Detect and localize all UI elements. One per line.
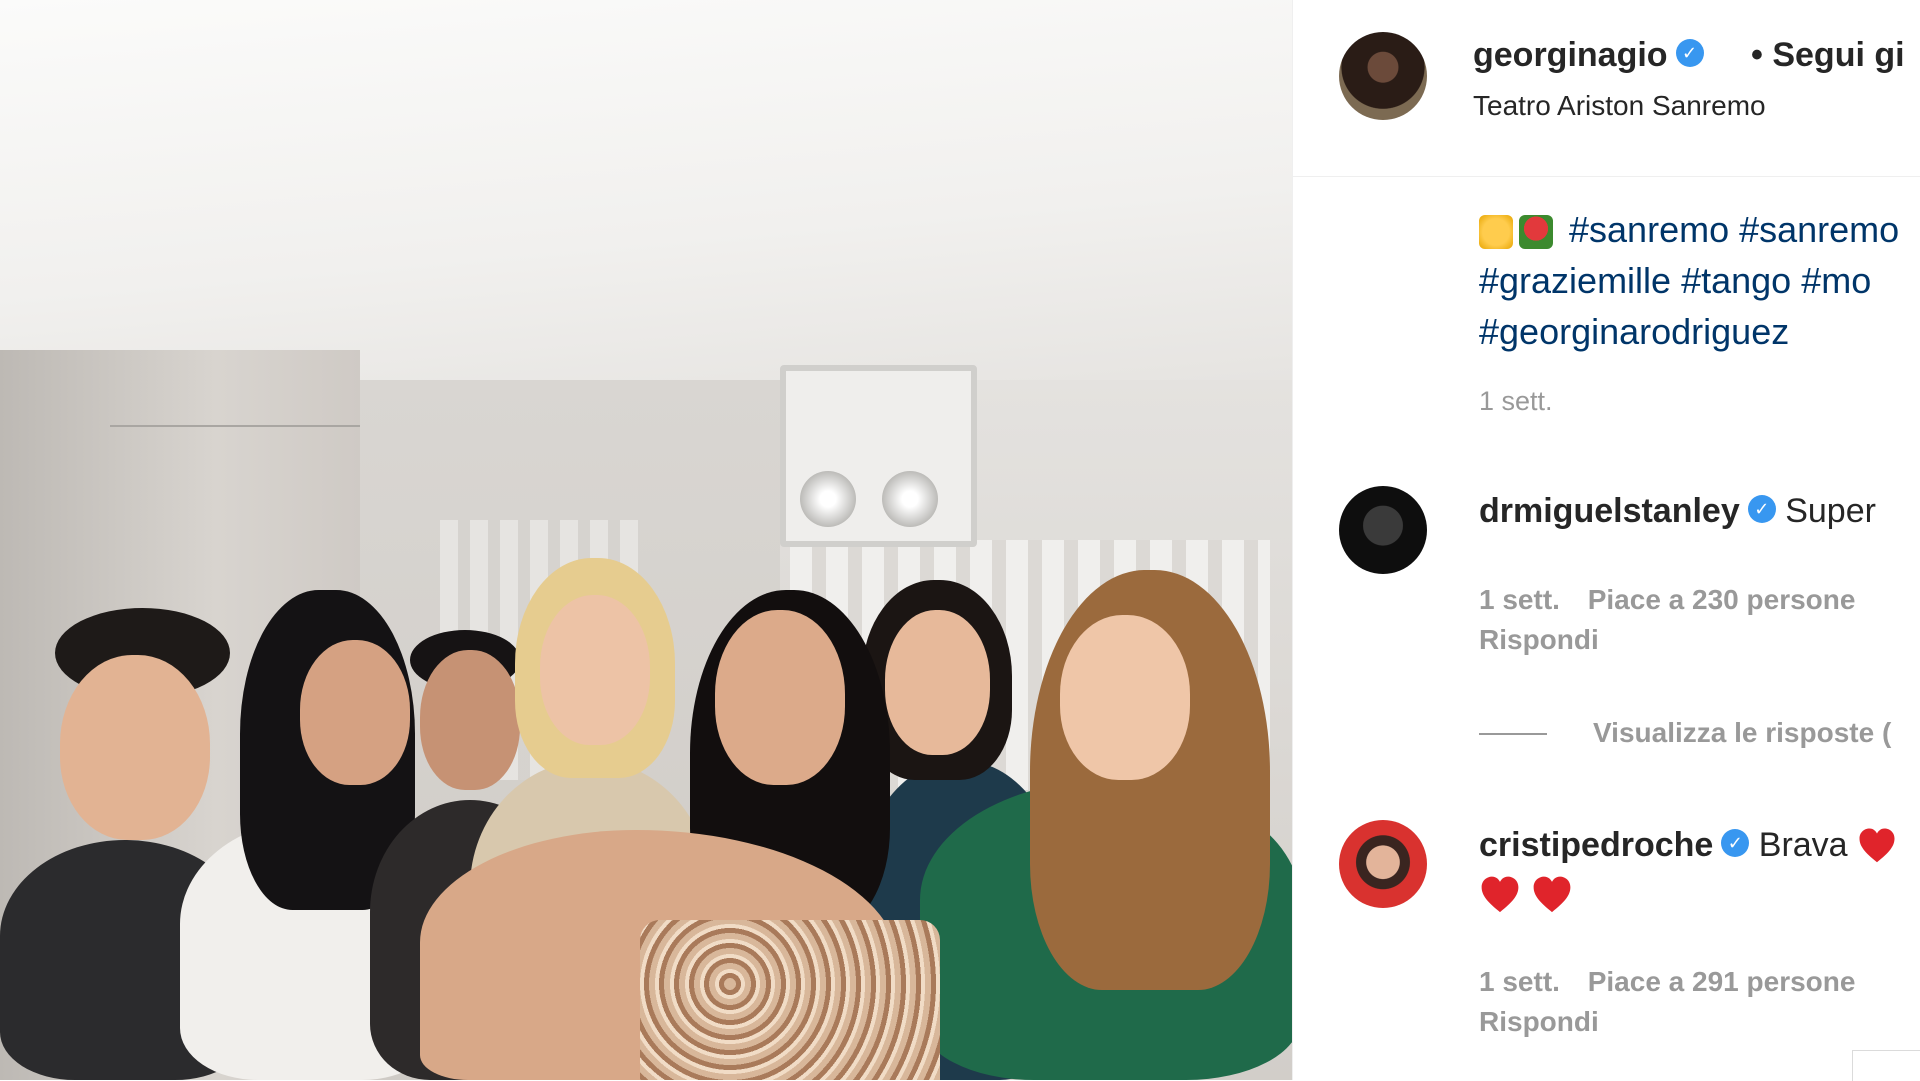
verified-badge-icon: ✓ bbox=[1747, 495, 1776, 524]
hashtag-link[interactable]: #graziemille #tango #mo bbox=[1479, 255, 1920, 306]
comment-meta: 1 sett. Piace a 291 persone bbox=[1479, 966, 1855, 998]
photo-person bbox=[1060, 615, 1190, 780]
follow-button[interactable]: • Segui gi bbox=[1751, 36, 1905, 75]
verified-badge-icon: ✓ bbox=[1721, 829, 1750, 858]
comment-likes[interactable]: Piace a 230 persone bbox=[1588, 584, 1856, 615]
folded-hands-emoji bbox=[1479, 215, 1513, 250]
photo-person bbox=[300, 640, 410, 785]
post-author-username[interactable]: georginagio bbox=[1473, 36, 1668, 74]
comment-timestamp[interactable]: 1 sett. bbox=[1479, 966, 1560, 997]
photo-lamp-bulb bbox=[882, 471, 938, 527]
comment-text: Super bbox=[1785, 492, 1876, 530]
location-link[interactable]: Teatro Ariston Sanremo bbox=[1473, 90, 1766, 122]
comment-text-hearts bbox=[1479, 874, 1573, 916]
comment-username[interactable]: cristipedroche bbox=[1479, 826, 1713, 864]
photo-sequin-dress bbox=[640, 920, 940, 1080]
hashtag-link[interactable]: #georginarodriguez bbox=[1479, 306, 1920, 357]
post-photo[interactable] bbox=[0, 0, 1292, 1080]
avatar[interactable] bbox=[1339, 820, 1427, 908]
photo-person bbox=[885, 610, 990, 755]
red-heart-emoji bbox=[1857, 826, 1899, 868]
photo-person bbox=[715, 610, 845, 785]
photo-person bbox=[540, 595, 650, 745]
post-side-panel: georginagio ✓ • Segui gi Teatro Ariston S… bbox=[1292, 0, 1920, 1080]
caption-line: #sanremo #sanremo bbox=[1479, 204, 1920, 255]
photo-person bbox=[60, 655, 210, 840]
comment-text: Brava bbox=[1758, 826, 1848, 864]
reply-button[interactable]: Rispondi bbox=[1479, 1006, 1599, 1038]
comment-timestamp[interactable]: 1 sett. bbox=[1479, 584, 1560, 615]
photo-shelf bbox=[110, 425, 360, 427]
comment-meta: 1 sett. Piace a 230 persone bbox=[1479, 584, 1855, 616]
comment: drmiguelstanley ✓ Super bbox=[1479, 492, 1876, 531]
post-caption: #sanremo #sanremo #graziemille #tango #m… bbox=[1479, 190, 1920, 357]
comment-username[interactable]: drmiguelstanley bbox=[1479, 492, 1740, 530]
red-heart-emoji bbox=[1479, 874, 1521, 916]
comment-likes[interactable]: Piace a 291 persone bbox=[1588, 966, 1856, 997]
rose-emoji bbox=[1519, 215, 1553, 250]
comment: cristipedroche ✓ Brava bbox=[1479, 826, 1899, 868]
red-heart-emoji bbox=[1531, 874, 1573, 916]
caption-timestamp[interactable]: 1 sett. bbox=[1479, 386, 1553, 417]
view-replies-button[interactable]: Visualizza le risposte ( bbox=[1593, 717, 1891, 749]
comment-box-edge[interactable] bbox=[1852, 1050, 1920, 1081]
photo-ceiling bbox=[0, 0, 1292, 380]
verified-badge-icon: ✓ bbox=[1675, 39, 1704, 68]
hashtag-link[interactable]: #sanremo #sanremo bbox=[1569, 209, 1899, 250]
caption-cutoff bbox=[1479, 190, 1920, 204]
post-author[interactable]: georginagio ✓ bbox=[1473, 36, 1704, 75]
photo-person bbox=[420, 650, 520, 790]
photo-lamp-bulb bbox=[800, 471, 856, 527]
replies-divider bbox=[1479, 733, 1547, 735]
photo-lamp bbox=[780, 365, 977, 547]
post-header: georginagio ✓ • Segui gi Teatro Ariston S… bbox=[1293, 0, 1920, 177]
avatar[interactable] bbox=[1339, 32, 1427, 120]
reply-button[interactable]: Rispondi bbox=[1479, 624, 1599, 656]
avatar[interactable] bbox=[1339, 486, 1427, 574]
